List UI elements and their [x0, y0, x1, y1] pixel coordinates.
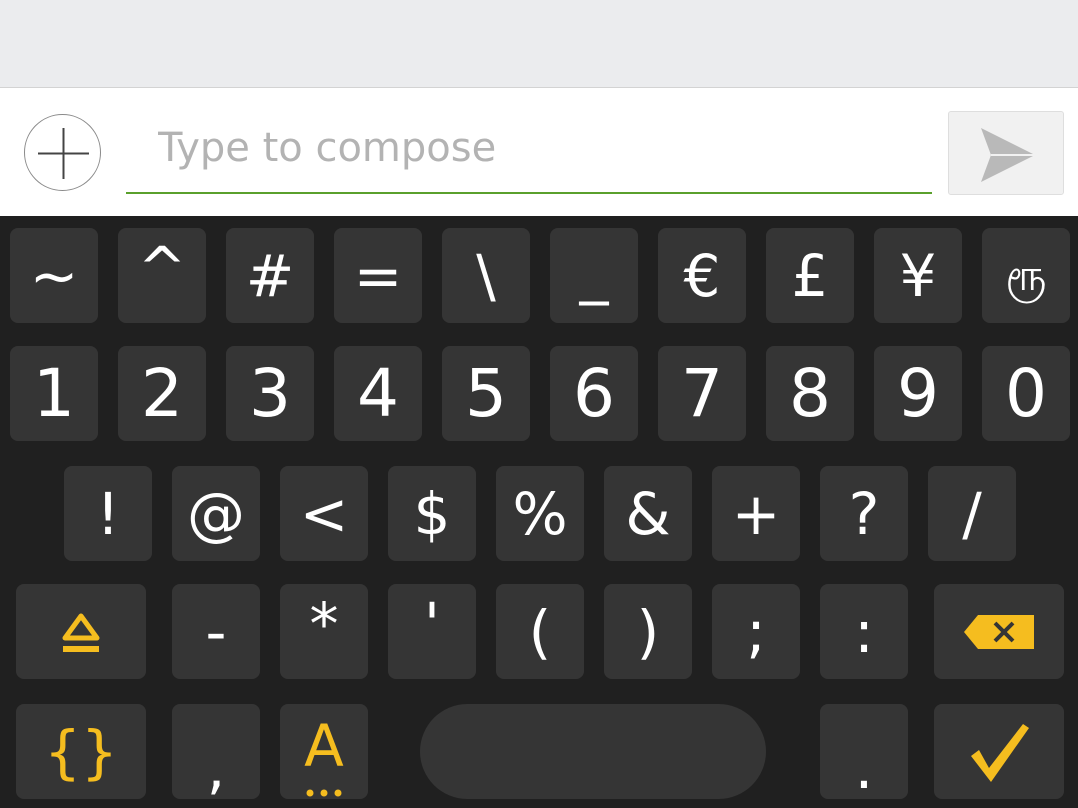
key-asterisk[interactable]: *: [280, 584, 368, 679]
key-hyphen[interactable]: -: [172, 584, 260, 679]
key-label: 0: [1005, 354, 1047, 432]
key-0[interactable]: 0: [982, 346, 1070, 441]
alphabet-toggle-key[interactable]: A: [280, 704, 368, 799]
top-bar: [0, 0, 1078, 88]
key-3[interactable]: 3: [226, 346, 314, 441]
key-label: $: [413, 479, 451, 548]
key-pound[interactable]: £: [766, 228, 854, 323]
key-8[interactable]: 8: [766, 346, 854, 441]
key-semicolon[interactable]: ;: [712, 584, 800, 679]
key-label: £: [791, 241, 829, 310]
key-label: 4: [357, 354, 399, 432]
key-tilde[interactable]: ~: [10, 228, 98, 323]
key-comma[interactable]: ,: [172, 704, 260, 799]
key-label: ~: [29, 241, 79, 310]
key-9[interactable]: 9: [874, 346, 962, 441]
key-label: ,: [206, 733, 226, 802]
compose-bar: [0, 88, 1078, 216]
key-label: 3: [249, 354, 291, 432]
key-label: €: [683, 241, 721, 310]
key-label: -: [205, 597, 227, 666]
key-left-paren[interactable]: (: [496, 584, 584, 679]
key-label: /: [962, 479, 982, 548]
key-label: \: [476, 241, 496, 310]
key-label: A: [304, 711, 344, 780]
key-label: ?: [848, 479, 880, 548]
key-question[interactable]: ?: [820, 466, 908, 561]
key-ampersand[interactable]: &: [604, 466, 692, 561]
key-label: *: [309, 589, 339, 658]
compose-field-wrapper: [126, 108, 932, 194]
backspace-icon: [964, 614, 1034, 649]
key-label: 7: [681, 354, 723, 432]
checkmark-icon: [971, 723, 1029, 782]
backspace-key[interactable]: [934, 584, 1064, 679]
key-label: ': [424, 589, 440, 658]
key-rupee-tamil[interactable]: ரூ: [982, 228, 1070, 323]
key-label: 5: [465, 354, 507, 432]
key-colon[interactable]: :: [820, 584, 908, 679]
key-percent[interactable]: %: [496, 466, 584, 561]
key-label: !: [96, 479, 120, 548]
key-7[interactable]: 7: [658, 346, 746, 441]
key-yen[interactable]: ¥: [874, 228, 962, 323]
key-label: 9: [897, 354, 939, 432]
key-right-paren[interactable]: ): [604, 584, 692, 679]
key-slash[interactable]: /: [928, 466, 1016, 561]
key-underscore[interactable]: _: [550, 228, 638, 323]
key-backslash[interactable]: \: [442, 228, 530, 323]
enter-key[interactable]: [934, 704, 1064, 799]
key-less-than[interactable]: <: [280, 466, 368, 561]
key-exclamation[interactable]: !: [64, 466, 152, 561]
key-period[interactable]: .: [820, 704, 908, 799]
send-icon: [981, 128, 1035, 182]
key-label: 2: [141, 354, 183, 432]
key-label: @: [187, 479, 245, 548]
key-2[interactable]: 2: [118, 346, 206, 441]
key-hash[interactable]: #: [226, 228, 314, 323]
key-4[interactable]: 4: [334, 346, 422, 441]
key-label: 6: [573, 354, 615, 432]
key-label: 1: [33, 354, 75, 432]
compose-input[interactable]: [126, 108, 932, 188]
key-label: %: [512, 479, 568, 548]
key-dollar[interactable]: $: [388, 466, 476, 561]
key-label: 8: [789, 354, 831, 432]
space-bar[interactable]: [420, 704, 766, 799]
key-label: <: [299, 479, 349, 548]
key-label: _: [579, 237, 609, 306]
key-plus[interactable]: +: [712, 466, 800, 561]
key-1[interactable]: 1: [10, 346, 98, 441]
key-label: ;: [746, 597, 766, 666]
key-label: =: [353, 241, 403, 310]
more-dots-icon: [306, 789, 342, 797]
key-apostrophe[interactable]: ': [388, 584, 476, 679]
key-label: #: [245, 241, 295, 310]
key-label: (: [528, 597, 552, 666]
key-label: {}: [44, 717, 118, 786]
attach-button[interactable]: [24, 114, 101, 191]
shift-key[interactable]: [16, 584, 146, 679]
plus-icon: [38, 128, 89, 179]
key-label: ^: [137, 233, 187, 302]
key-caret[interactable]: ^: [118, 228, 206, 323]
key-6[interactable]: 6: [550, 346, 638, 441]
key-label: ரூ: [1005, 249, 1047, 301]
key-euro[interactable]: €: [658, 228, 746, 323]
keyboard: ~ ^ # = \ _ € £ ¥ ரூ 1 2 3 4 5 6 7 8 9 0…: [0, 216, 1078, 808]
key-label: .: [854, 733, 874, 802]
key-label: ): [636, 597, 660, 666]
key-label: +: [731, 479, 781, 548]
shift-icon: [62, 613, 100, 652]
key-at[interactable]: @: [172, 466, 260, 561]
key-equals[interactable]: =: [334, 228, 422, 323]
key-label: &: [625, 479, 671, 548]
key-label: :: [854, 597, 874, 666]
key-5[interactable]: 5: [442, 346, 530, 441]
symbols-toggle-key[interactable]: {}: [16, 704, 146, 799]
key-label: ¥: [899, 241, 937, 310]
send-button[interactable]: [948, 111, 1064, 195]
